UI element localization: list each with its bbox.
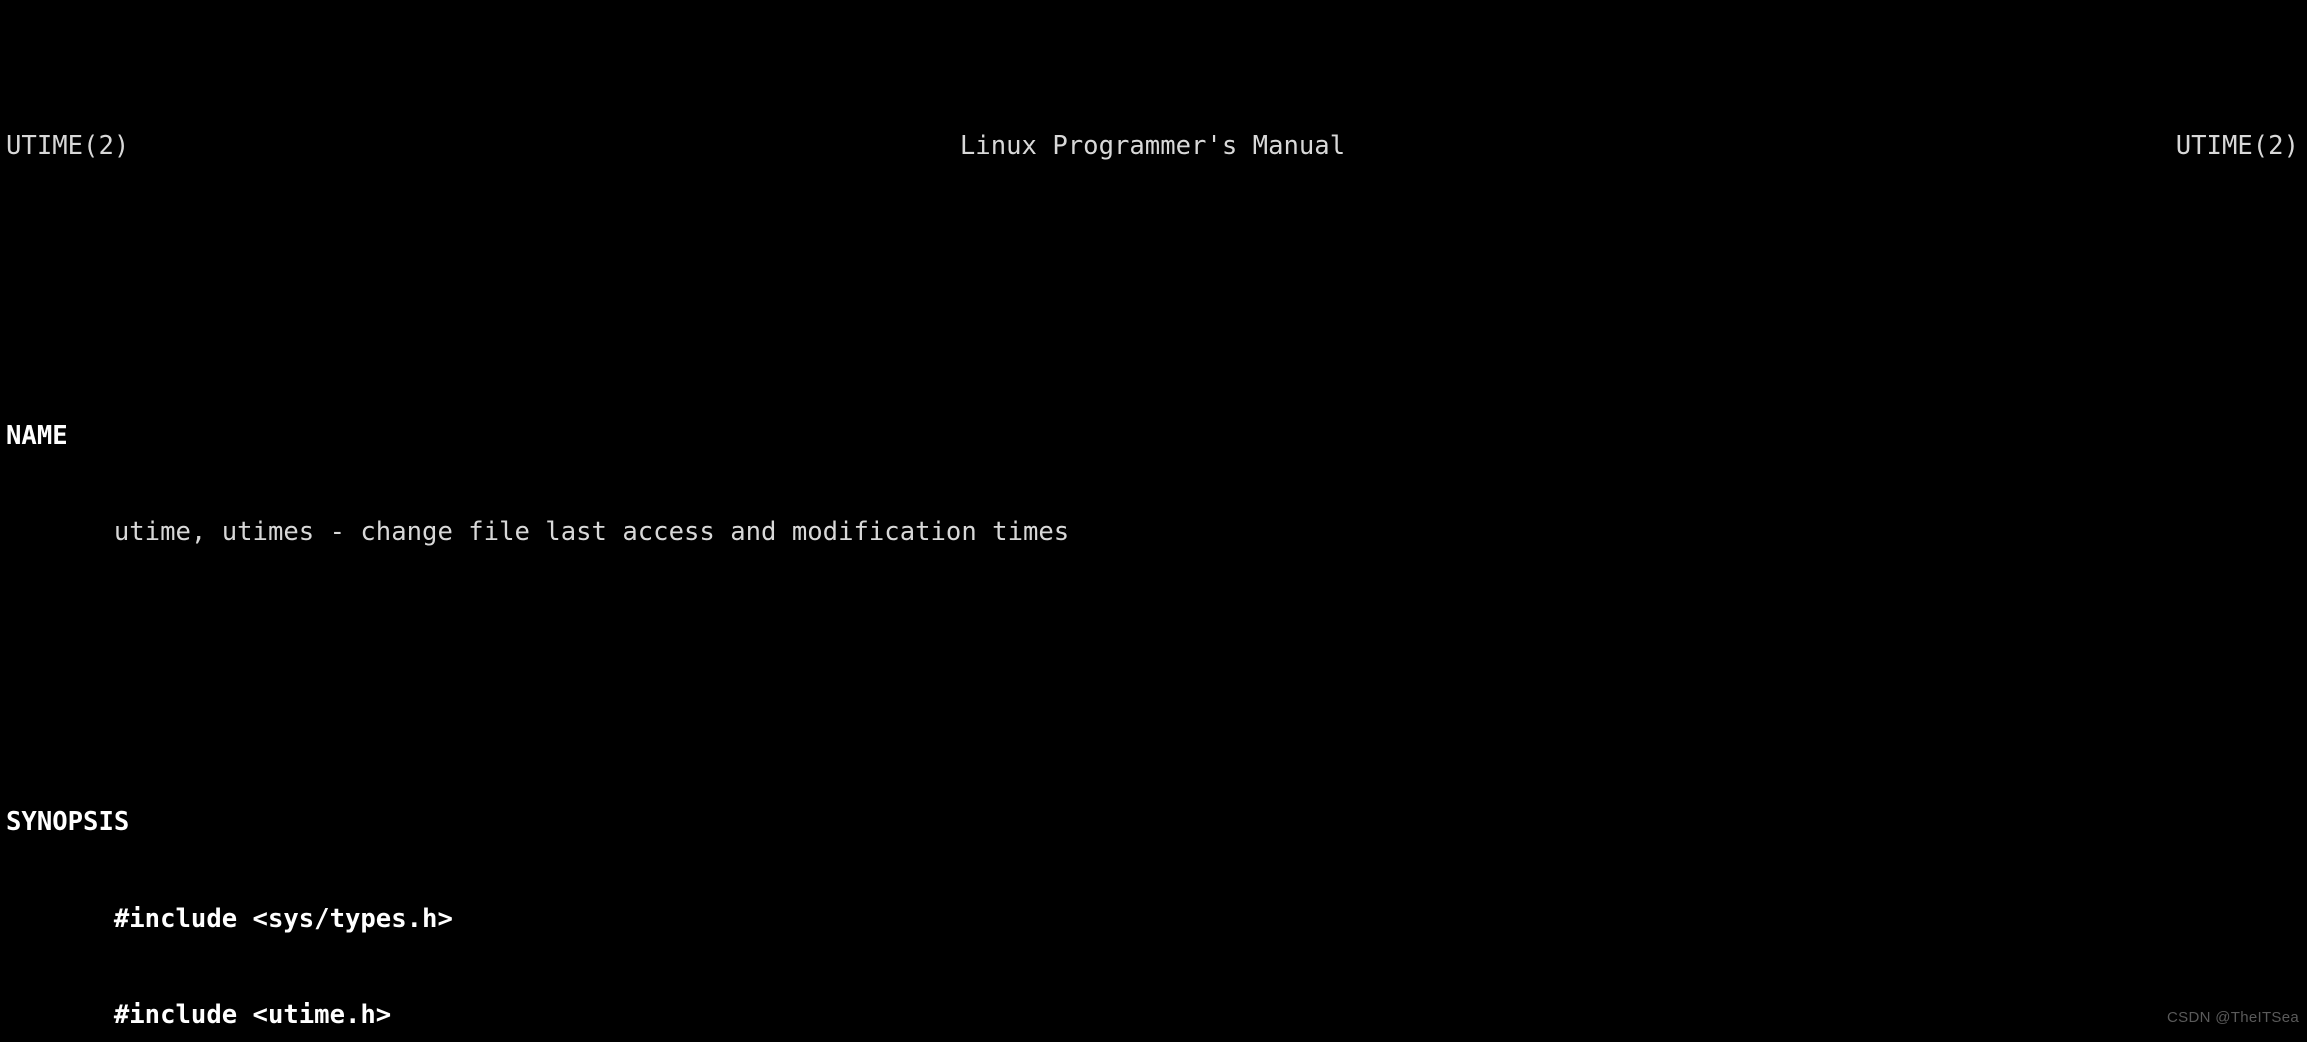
- man-page-terminal: UTIME(2) Linux Programmer's Manual UTIME…: [0, 0, 2307, 1042]
- section-heading-name: NAME: [6, 420, 68, 451]
- synopsis-include-utime: #include <utime.h>: [6, 1000, 392, 1031]
- section-heading-synopsis: SYNOPSIS: [6, 807, 130, 837]
- man-header: UTIME(2) Linux Programmer's Manual UTIME…: [6, 130, 2299, 162]
- man-header-left: UTIME(2): [6, 130, 130, 161]
- synopsis-include-sys-types: #include <sys/types.h>: [6, 903, 453, 934]
- section-body-name: utime, utimes - change file last access …: [6, 517, 1070, 548]
- man-header-center: Linux Programmer's Manual: [959, 130, 1346, 161]
- man-content: UTIME(2) Linux Programmer's Manual UTIME…: [6, 1, 2301, 1042]
- man-header-right: UTIME(2): [2175, 130, 2299, 161]
- watermark: CSDN @TheITSea: [2167, 1008, 2299, 1026]
